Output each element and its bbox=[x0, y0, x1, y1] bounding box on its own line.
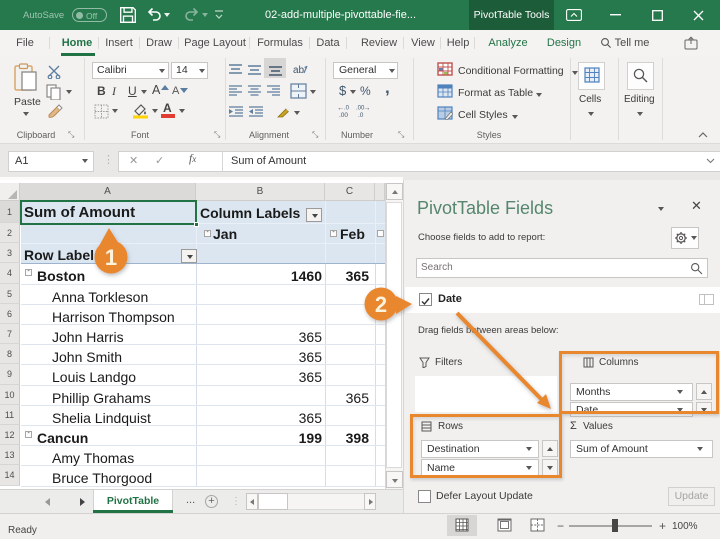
svg-text:.0: .0 bbox=[344, 106, 350, 112]
svg-text:→: → bbox=[363, 103, 371, 112]
svg-text:ab: ab bbox=[293, 65, 305, 76]
svg-text:.00: .00 bbox=[339, 112, 348, 118]
svg-text:.0: .0 bbox=[358, 112, 364, 118]
